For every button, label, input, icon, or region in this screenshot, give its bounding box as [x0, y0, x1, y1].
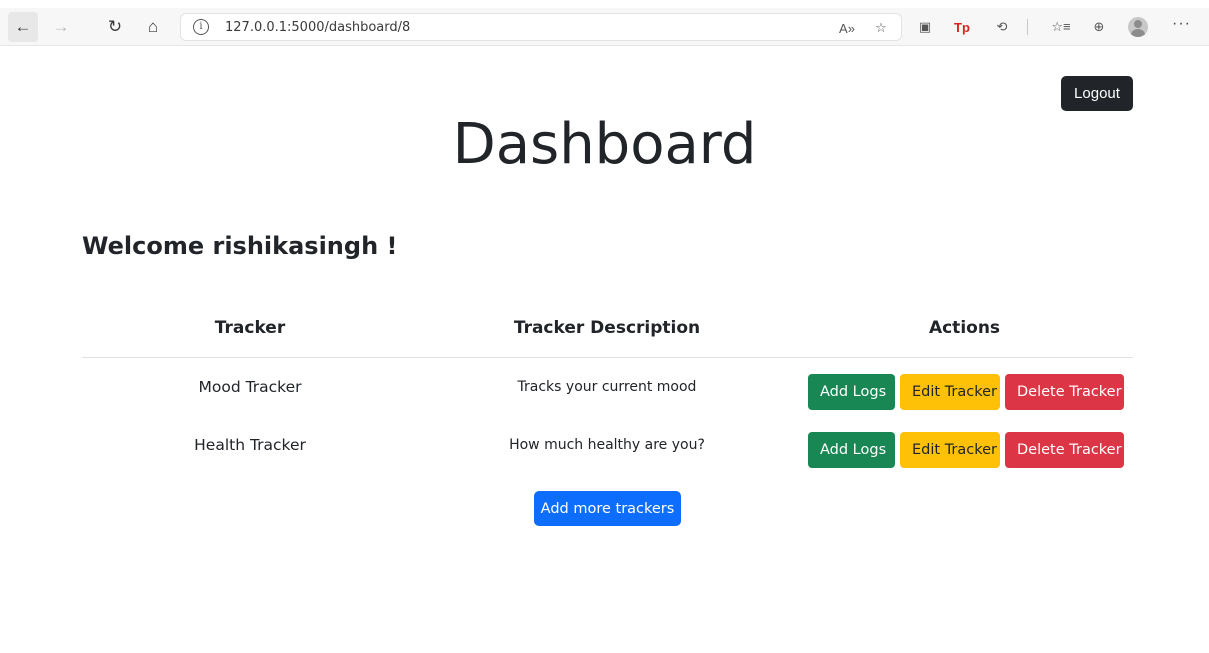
edit-tracker-button[interactable]: Edit Tracker: [900, 374, 1000, 410]
header-tracker: Tracker: [214, 318, 286, 338]
delete-tracker-button[interactable]: Delete Tracker: [1005, 432, 1124, 468]
tracker-name: Health Tracker: [194, 436, 306, 454]
reload-icon[interactable]: ↻: [100, 12, 130, 42]
tp-extension-icon[interactable]: Tp: [951, 17, 973, 37]
read-aloud-icon[interactable]: A»: [836, 18, 858, 38]
url-text[interactable]: 127.0.0.1:5000/dashboard/8: [225, 20, 410, 35]
add-logs-button[interactable]: Add Logs: [808, 374, 895, 410]
profile-avatar-icon[interactable]: [1128, 17, 1148, 37]
toolbar-separator: [1027, 19, 1028, 35]
logout-button[interactable]: Logout: [1061, 76, 1133, 111]
table-row: Mood Tracker Tracks your current mood Ad…: [82, 366, 1133, 424]
browser-toolbar: ← → ↻ ⌂ i 127.0.0.1:5000/dashboard/8 A» …: [0, 8, 1209, 46]
site-info-icon[interactable]: i: [193, 19, 209, 35]
extensions-puzzle-icon[interactable]: ⟲: [991, 17, 1013, 37]
collections-icon[interactable]: ⊕: [1088, 17, 1110, 37]
tracker-description: Tracks your current mood: [517, 379, 697, 395]
table-row: Health Tracker How much healthy are you?…: [82, 424, 1133, 482]
page-title: Dashboard: [452, 112, 757, 177]
tracker-table: Tracker Tracker Description Actions Mood…: [82, 306, 1133, 482]
welcome-message: Welcome rishikasingh !: [82, 232, 398, 260]
add-favorite-icon[interactable]: ☆: [870, 18, 892, 38]
header-actions: Actions: [928, 318, 1001, 338]
edit-tracker-button[interactable]: Edit Tracker: [900, 432, 1000, 468]
add-logs-button[interactable]: Add Logs: [808, 432, 895, 468]
add-more-trackers-button[interactable]: Add more trackers: [534, 491, 681, 526]
favorites-icon[interactable]: ☆≡: [1050, 17, 1072, 37]
tracker-description: How much healthy are you?: [509, 437, 705, 453]
extension-icon[interactable]: ▣: [914, 17, 936, 37]
tracker-name: Mood Tracker: [198, 378, 302, 396]
row-actions: Add Logs Edit Tracker Delete Tracker: [808, 432, 1124, 468]
table-header: Tracker Tracker Description Actions: [82, 306, 1133, 358]
home-icon[interactable]: ⌂: [138, 12, 168, 42]
more-options-icon[interactable]: ···: [1172, 15, 1191, 33]
delete-tracker-button[interactable]: Delete Tracker: [1005, 374, 1124, 410]
row-actions: Add Logs Edit Tracker Delete Tracker: [808, 374, 1124, 410]
header-tracker-description: Tracker Description: [513, 318, 701, 338]
forward-arrow-icon[interactable]: →: [46, 12, 76, 42]
back-arrow-icon[interactable]: ←: [8, 12, 38, 42]
address-bar[interactable]: i 127.0.0.1:5000/dashboard/8 A» ☆: [180, 13, 902, 41]
